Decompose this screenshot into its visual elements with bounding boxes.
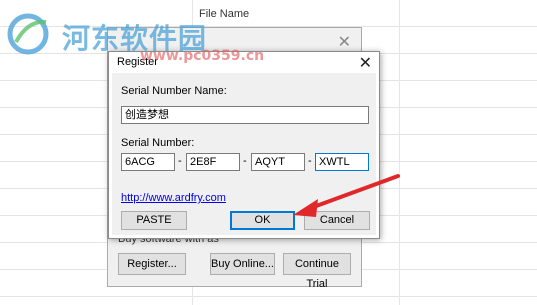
close-icon[interactable]: ✕ — [338, 32, 351, 52]
cancel-button[interactable]: Cancel — [304, 211, 370, 230]
river-east-logo-icon — [7, 13, 49, 55]
close-icon[interactable]: ✕ — [359, 53, 372, 73]
serial-name-label: Serial Number Name: — [121, 85, 227, 97]
continue-trial-button[interactable]: Continue Trial — [283, 253, 351, 290]
serial-part-3-input[interactable]: AQYT — [251, 153, 305, 171]
watermark-url: www.pc0359.cn — [140, 48, 265, 64]
paste-button[interactable]: PASTE — [121, 211, 187, 230]
separator: - — [308, 155, 312, 167]
buy-online-button[interactable]: Buy Online... — [210, 253, 275, 275]
separator: - — [178, 155, 182, 167]
register-button[interactable]: Register... — [118, 253, 186, 275]
separator: - — [243, 155, 247, 167]
serial-number-label: Serial Number: — [121, 137, 195, 149]
register-dialog: Register ✕ Serial Number Name: 创造梦想 Seri… — [108, 51, 380, 239]
ok-button[interactable]: OK — [230, 211, 295, 230]
website-link[interactable]: http://www.ardfry.com — [121, 192, 226, 204]
serial-name-input[interactable]: 创造梦想 — [121, 106, 369, 124]
serial-part-2-input[interactable]: 2E8F — [186, 153, 240, 171]
serial-part-1-input[interactable]: 6ACG — [121, 153, 175, 171]
serial-part-4-input[interactable]: XWTL — [315, 153, 369, 171]
dialog-body: Serial Number Name: 创造梦想 Serial Number: … — [112, 73, 376, 235]
column-divider — [399, 0, 400, 305]
